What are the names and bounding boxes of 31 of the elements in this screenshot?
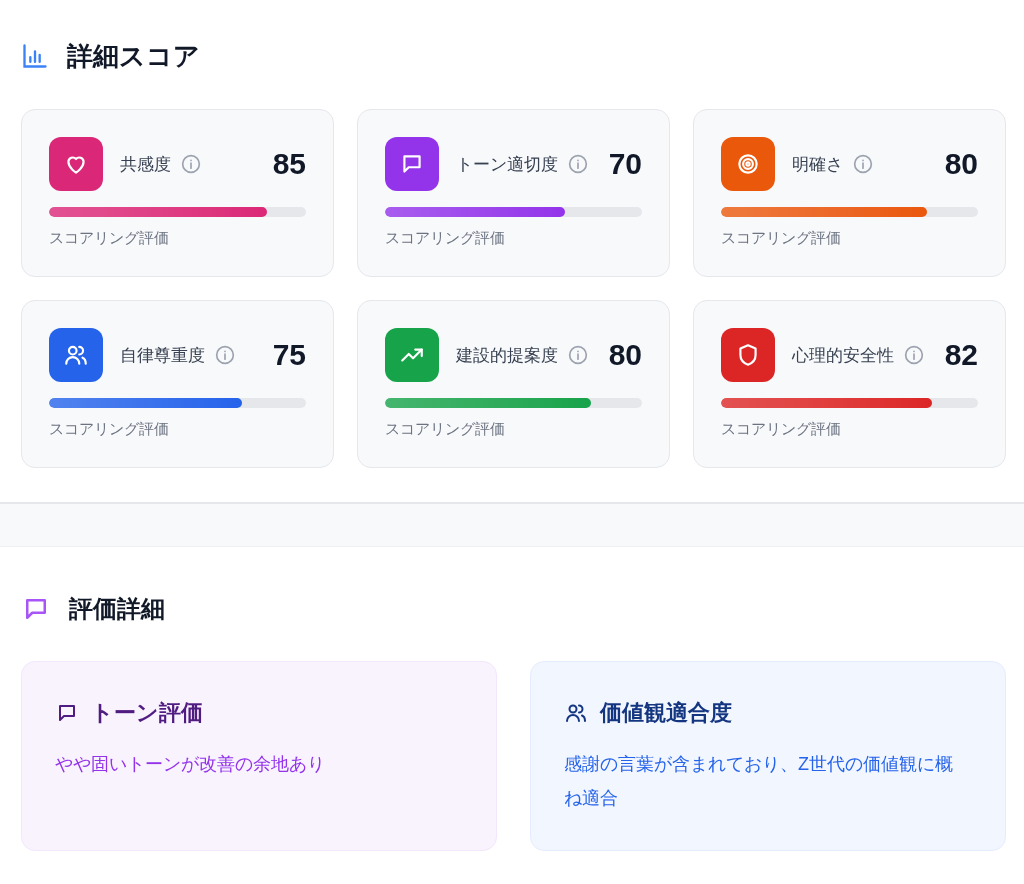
- score-value: 82: [944, 338, 978, 372]
- score-caption: スコアリング評価: [49, 420, 170, 439]
- card-title: 価値観適合度: [600, 699, 732, 727]
- score-value: 70: [608, 147, 642, 181]
- info-icon[interactable]: [215, 345, 235, 365]
- info-icon[interactable]: [568, 154, 588, 174]
- section-title: 評価詳細: [69, 594, 165, 624]
- score-caption: スコアリング評価: [721, 229, 842, 248]
- card-text: 感謝の言葉が含まれており、Z世代の価値観に概ね適合: [564, 753, 954, 810]
- score-label: 明確さ: [792, 153, 843, 176]
- score-value: 80: [608, 338, 642, 372]
- score-label: 自律尊重度: [120, 344, 205, 367]
- score-value: 85: [272, 147, 306, 181]
- info-icon[interactable]: [904, 345, 924, 365]
- card-text: やや固いトーンが改善の余地あり: [55, 753, 326, 776]
- score-caption: スコアリング評価: [385, 229, 506, 248]
- card-title: トーン評価: [91, 699, 203, 727]
- info-icon[interactable]: [181, 154, 201, 174]
- score-value: 80: [944, 147, 978, 181]
- bar-chart-icon: [21, 42, 49, 70]
- info-icon[interactable]: [568, 345, 588, 365]
- score-caption: スコアリング評価: [721, 420, 842, 439]
- score-caption: スコアリング評価: [385, 420, 506, 439]
- score-label: 心理的安全性: [792, 344, 894, 367]
- section-title: 詳細スコア: [67, 39, 200, 73]
- score-value: 75: [272, 338, 306, 372]
- score-label: トーン適切度: [456, 153, 558, 176]
- info-icon[interactable]: [853, 154, 873, 174]
- score-caption: スコアリング評価: [49, 229, 170, 248]
- score-label: 建設的提案度: [456, 344, 558, 367]
- score-label: 共感度: [120, 153, 171, 176]
